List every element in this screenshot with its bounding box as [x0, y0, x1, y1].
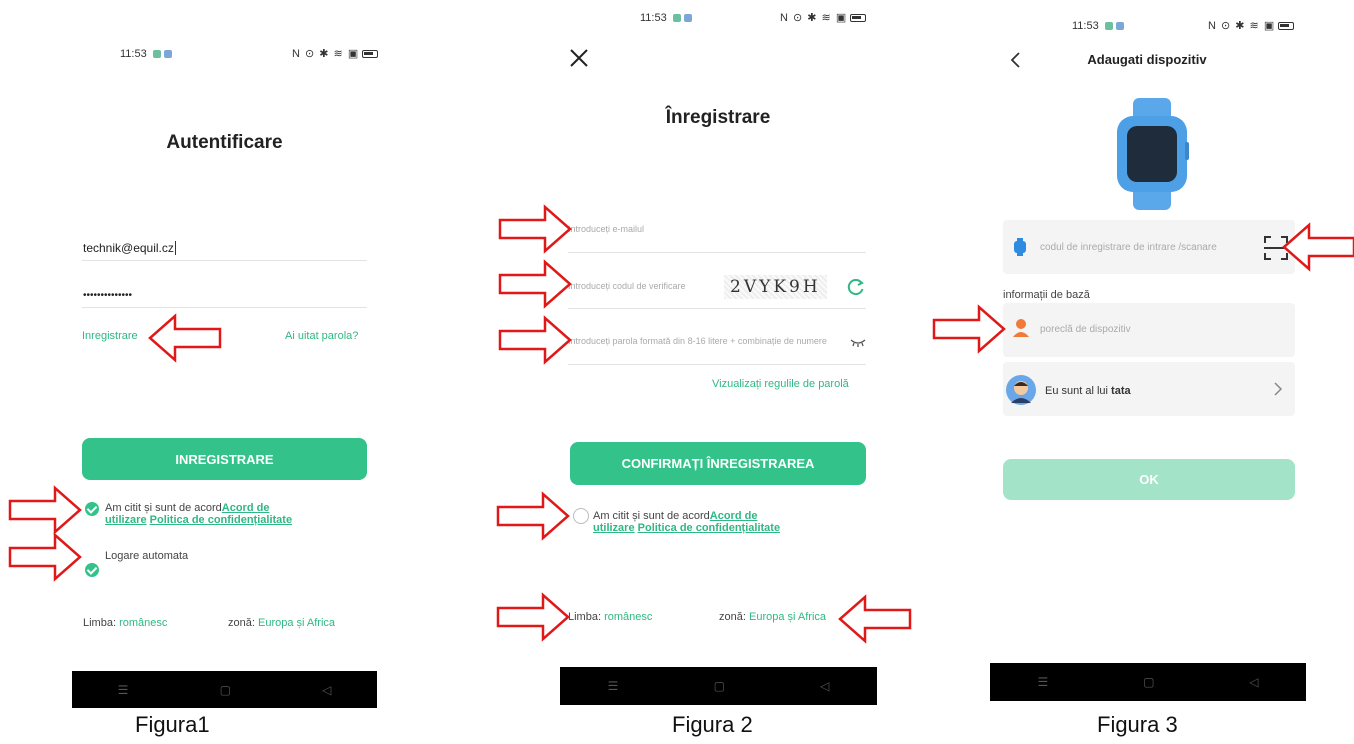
- arrow-to-register-link: [148, 314, 222, 362]
- arrow-to-password-input: [498, 316, 572, 364]
- arrow-to-agree-checkbox-2: [496, 492, 570, 540]
- arrow-to-agree-checkbox: [8, 486, 82, 534]
- arrow-to-auto-login: [8, 533, 82, 581]
- annotation-arrows: [8, 205, 1354, 643]
- arrow-to-zone: [838, 595, 912, 643]
- arrow-to-nickname: [932, 305, 1006, 353]
- arrow-to-scan-icon: [1282, 223, 1354, 271]
- arrow-to-code-input: [498, 260, 572, 308]
- arrow-to-language: [496, 593, 570, 641]
- arrow-to-email-input: [498, 205, 572, 253]
